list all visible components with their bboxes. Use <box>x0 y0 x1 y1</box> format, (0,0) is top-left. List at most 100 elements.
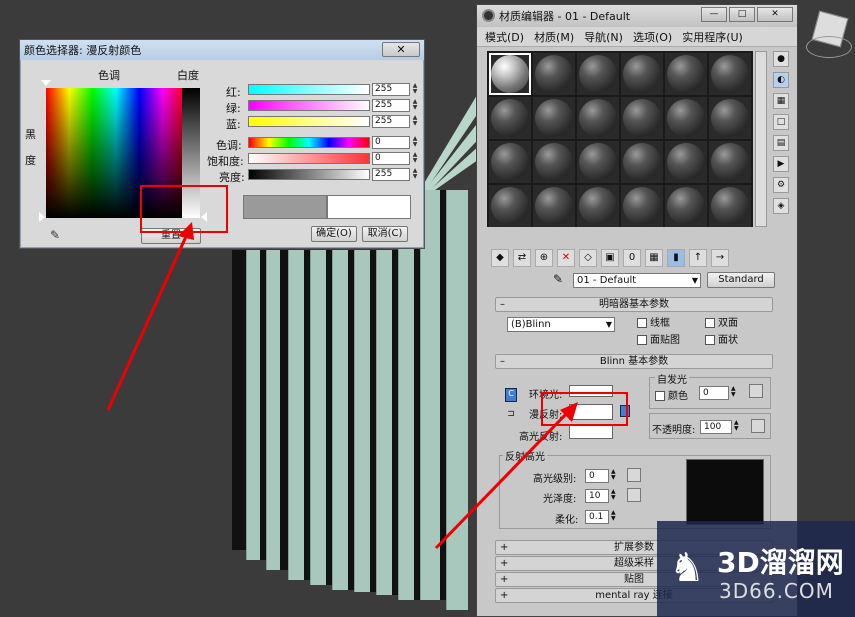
sample-slot[interactable] <box>709 53 751 95</box>
options-icon[interactable]: ⚙ <box>773 177 789 193</box>
shader-select[interactable]: (B)Blinn ▼ <box>507 317 615 332</box>
lock-ambient-diffuse-icon[interactable]: C <box>505 388 517 402</box>
video-check-icon[interactable]: ▤ <box>773 135 789 151</box>
sample-slot[interactable] <box>665 185 707 227</box>
sample-slot[interactable] <box>621 53 663 95</box>
sample-slot[interactable] <box>621 185 663 227</box>
menu-mode[interactable]: 模式(D) <box>485 29 524 45</box>
sample-slot[interactable] <box>489 185 531 227</box>
green-slider[interactable] <box>248 100 370 111</box>
hue-slider[interactable] <box>248 137 370 148</box>
sample-slot[interactable] <box>709 185 751 227</box>
cancel-button[interactable]: 取消(C) <box>362 226 408 242</box>
spinner-icon[interactable]: ▲ ▼ <box>411 99 419 112</box>
eyedropper-icon[interactable]: ✎ <box>50 228 64 242</box>
sample-slot[interactable] <box>665 97 707 139</box>
go-forward-sibling-icon[interactable]: → <box>711 249 729 267</box>
close-button[interactable]: ✕ <box>757 7 793 22</box>
menu-options[interactable]: 选项(O) <box>633 29 672 45</box>
material-name-field[interactable]: 01 - Default ▼ <box>573 273 701 288</box>
green-input[interactable]: 255 <box>372 99 410 112</box>
make-unique-icon[interactable]: ◇ <box>579 249 597 267</box>
spinner-icon[interactable]: ▲ ▼ <box>611 489 616 501</box>
sample-slot[interactable] <box>533 97 575 139</box>
sample-slot[interactable] <box>489 53 531 95</box>
select-by-material-icon[interactable]: ◈ <box>773 198 789 214</box>
sample-slot[interactable] <box>577 97 619 139</box>
backlight-icon[interactable]: ◐ <box>773 72 789 88</box>
material-type-button[interactable]: Standard <box>707 272 775 288</box>
blue-input[interactable]: 255 <box>372 115 410 128</box>
opacity-map-button[interactable] <box>751 419 765 433</box>
material-id-icon[interactable]: 0 <box>623 249 641 267</box>
faceted-checkbox[interactable]: 面状 <box>705 331 738 346</box>
saturation-input[interactable]: 0 <box>372 152 410 165</box>
self-illum-map-button[interactable] <box>749 384 763 398</box>
face-map-checkbox[interactable]: 面贴图 <box>637 331 680 346</box>
sample-slot[interactable] <box>709 141 751 183</box>
blue-slider[interactable] <box>248 116 370 127</box>
spinner-icon[interactable]: ▲ ▼ <box>411 83 419 96</box>
wireframe-checkbox[interactable]: 线框 <box>637 314 670 329</box>
sample-slot[interactable] <box>665 53 707 95</box>
sample-slot[interactable] <box>489 97 531 139</box>
sample-slot[interactable] <box>621 97 663 139</box>
menu-navigation[interactable]: 导航(N) <box>584 29 623 45</box>
sample-slot[interactable] <box>533 141 575 183</box>
pick-material-icon[interactable]: ✎ <box>553 272 563 286</box>
slots-scrollbar[interactable] <box>755 51 767 227</box>
go-to-parent-icon[interactable]: ↑ <box>689 249 707 267</box>
show-end-result-icon[interactable]: ▮ <box>667 249 685 267</box>
sample-slot[interactable] <box>621 141 663 183</box>
ok-button[interactable]: 确定(O) <box>311 226 357 242</box>
sample-slot[interactable] <box>577 53 619 95</box>
spinner-icon[interactable]: ▲ ▼ <box>411 136 419 149</box>
chevron-down-icon[interactable]: ▼ <box>692 274 698 287</box>
saturation-slider[interactable] <box>248 153 370 164</box>
value-slider[interactable] <box>248 169 370 180</box>
spinner-icon[interactable]: ▲ ▼ <box>734 420 739 432</box>
spec-level-map-button[interactable] <box>627 468 641 482</box>
show-map-icon[interactable]: ▦ <box>645 249 663 267</box>
value-input[interactable]: 255 <box>372 168 410 181</box>
put-to-library-icon[interactable]: ▣ <box>601 249 619 267</box>
put-to-scene-icon[interactable]: ⇄ <box>513 249 531 267</box>
sample-slot[interactable] <box>489 141 531 183</box>
sample-slot[interactable] <box>665 141 707 183</box>
sample-slot[interactable] <box>577 185 619 227</box>
soften-input[interactable]: 0.1 <box>585 510 609 524</box>
minimize-button[interactable]: — <box>701 7 727 22</box>
red-slider[interactable] <box>248 84 370 95</box>
sample-slot[interactable] <box>533 185 575 227</box>
sample-slot[interactable] <box>577 141 619 183</box>
get-material-icon[interactable]: ◆ <box>491 249 509 267</box>
background-icon[interactable]: ▦ <box>773 93 789 109</box>
assign-to-selection-icon[interactable]: ⊕ <box>535 249 553 267</box>
glossiness-map-button[interactable] <box>627 488 641 502</box>
spinner-icon[interactable]: ▲ ▼ <box>411 168 419 181</box>
sample-slot[interactable] <box>709 97 751 139</box>
red-input[interactable]: 255 <box>372 83 410 96</box>
delete-icon[interactable]: ✕ <box>557 249 575 267</box>
close-button[interactable]: ✕ <box>382 42 420 57</box>
spinner-icon[interactable]: ▲ ▼ <box>611 510 616 522</box>
spinner-icon[interactable]: ▲ ▼ <box>411 115 419 128</box>
spinner-icon[interactable]: ▲ ▼ <box>731 386 736 398</box>
hue-input[interactable]: 0 <box>372 136 410 149</box>
spinner-icon[interactable]: ▲ ▼ <box>411 152 419 165</box>
specular-swatch[interactable] <box>569 425 613 439</box>
sample-slot[interactable] <box>533 53 575 95</box>
menu-utilities[interactable]: 实用程序(U) <box>682 29 743 45</box>
menu-material[interactable]: 材质(M) <box>534 29 574 45</box>
spinner-icon[interactable]: ▲ ▼ <box>611 469 616 481</box>
uv-tiling-icon[interactable]: □ <box>773 114 789 130</box>
shader-rollout-header[interactable]: – 明暗器基本参数 <box>495 297 773 312</box>
spec-level-input[interactable]: 0 <box>585 469 609 483</box>
blinn-rollout-header[interactable]: – Blinn 基本参数 <box>495 354 773 369</box>
maximize-button[interactable]: □ <box>729 7 755 22</box>
glossiness-input[interactable]: 10 <box>585 489 609 503</box>
color-checkbox[interactable]: 颜色 <box>655 387 688 402</box>
sample-type-icon[interactable]: ● <box>773 51 789 67</box>
two-sided-checkbox[interactable]: 双面 <box>705 314 738 329</box>
opacity-input[interactable]: 100 <box>700 420 732 434</box>
